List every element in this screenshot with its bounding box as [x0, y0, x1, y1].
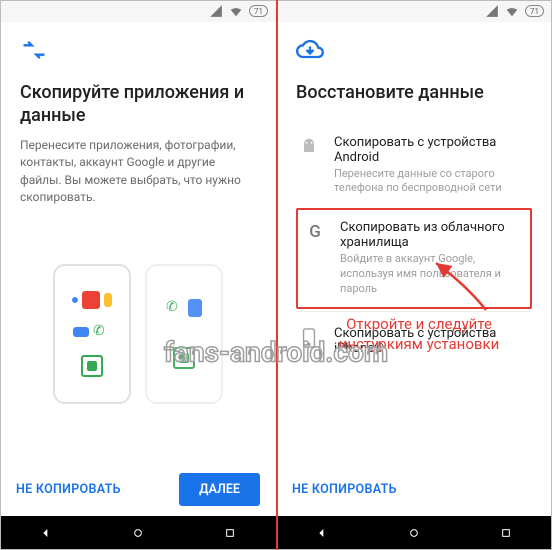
cloud-download-icon — [296, 36, 532, 68]
skip-button[interactable]: НЕ КОПИРОВАТЬ — [292, 482, 397, 497]
status-bar: 71 — [276, 0, 552, 22]
nav-back-icon[interactable] — [314, 525, 330, 541]
pane-divider — [276, 0, 278, 550]
page-title: Восстановите данные — [296, 82, 532, 105]
option-subtitle: Перенесите данные со старого телефона по… — [334, 167, 530, 197]
page-title: Скопируйте приложения и данные — [20, 82, 256, 127]
merge-arrows-icon — [20, 36, 256, 68]
nav-recent-icon[interactable] — [498, 525, 514, 541]
next-button[interactable]: ДАЛЕЕ — [179, 473, 260, 506]
annotation-text: Откройте и следуйте инстуркиям установки — [296, 315, 542, 354]
nav-back-icon[interactable] — [38, 525, 54, 541]
skip-button[interactable]: НЕ КОПИРОВАТЬ — [16, 482, 121, 497]
bottom-action-bar: НЕ КОПИРОВАТЬ ДАЛЕЕ — [0, 462, 276, 516]
battery-indicator: 71 — [249, 5, 268, 17]
android-icon — [298, 135, 320, 157]
annotation-arrow-icon — [426, 255, 496, 315]
android-nav-bar — [276, 516, 552, 550]
status-bar: 71 — [0, 0, 276, 22]
android-nav-bar — [0, 516, 276, 550]
signal-icon — [485, 4, 499, 18]
screen-copy-apps: 71 Скопируйте приложения и данные Перене… — [0, 0, 276, 550]
option-title: Скопировать из облачного хранилища — [340, 220, 524, 250]
page-subtitle: Перенесите приложения, фотографии, конта… — [20, 137, 256, 207]
wifi-icon — [229, 4, 243, 18]
battery-indicator: 71 — [525, 5, 544, 17]
illustration-two-phones: ✆ ✆ — [20, 207, 256, 462]
signal-icon — [209, 4, 223, 18]
option-title: Скопировать с устройства Android — [334, 135, 530, 165]
wifi-icon — [505, 4, 519, 18]
bottom-action-bar: НЕ КОПИРОВАТЬ — [276, 462, 552, 516]
option-copy-from-cloud[interactable]: G Скопировать из облачного хранилища Вой… — [296, 208, 532, 309]
separator — [296, 311, 532, 312]
screen-restore-data: 71 Восстановите данные Скопировать с уст… — [276, 0, 552, 550]
nav-recent-icon[interactable] — [222, 525, 238, 541]
google-g-icon: G — [304, 220, 326, 242]
option-copy-from-android[interactable]: Скопировать с устройства Android Перенес… — [296, 123, 532, 209]
nav-home-icon[interactable] — [406, 525, 422, 541]
nav-home-icon[interactable] — [130, 525, 146, 541]
